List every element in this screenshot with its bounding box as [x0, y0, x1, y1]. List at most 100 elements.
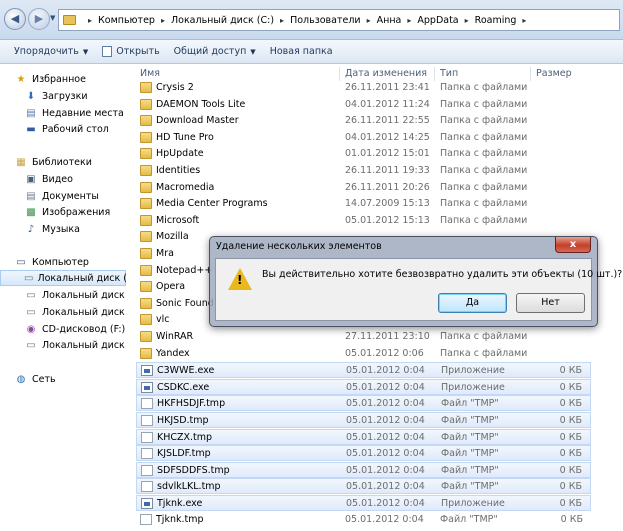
nav-label: Локальный диск (D [42, 289, 126, 301]
nav-drive-e[interactable]: ▭ Локальный диск (E [24, 304, 126, 320]
close-button[interactable]: x [555, 237, 591, 253]
table-row[interactable]: Identities 26.11.2011 19:33 Папка с файлам… [136, 163, 591, 179]
table-row[interactable]: DAEMON Tools Lite 04.01.2012 11:24 Папка с… [136, 97, 591, 113]
file-name: Microsoft [156, 214, 200, 226]
file-name: KHCZX.tmp [157, 431, 213, 443]
nav-label: Недавние места [42, 107, 124, 119]
nav-desktop[interactable]: ▬ Рабочий стол [24, 121, 109, 137]
drive-icon: ▭ [24, 272, 34, 284]
images-icon: ▩ [26, 206, 36, 218]
breadcrumb-anna[interactable]: Анна [377, 15, 402, 26]
nav-recent[interactable]: ▤ Недавние места [24, 105, 124, 121]
open-button[interactable]: Открыть [102, 46, 160, 57]
nav-video[interactable]: ▣ Видео [24, 171, 73, 187]
drive-icon: ▭ [26, 339, 36, 351]
breadcrumb-computer[interactable]: Компьютер [98, 15, 155, 26]
share-button[interactable]: Общий доступ ▼ [174, 46, 256, 57]
table-row[interactable]: Download Master 26.11.2011 22:55 Папка с ф… [136, 113, 591, 129]
nav-drive-d[interactable]: ▭ Локальный диск (D [24, 287, 126, 303]
file-date: 05.01.2012 0:06 [345, 347, 424, 359]
table-row[interactable]: KHCZX.tmp 05.01.2012 0:04 Файл "TMP" 0 КБ [136, 428, 591, 445]
nav-network[interactable]: ◍ Сеть [14, 371, 56, 387]
nav-drive-h[interactable]: ▭ Локальный диск (H [24, 337, 126, 353]
breadcrumb-users[interactable]: Пользователи [290, 15, 361, 26]
table-row[interactable]: Macromedia 26.11.2011 20:26 Папка с файлам… [136, 180, 591, 196]
file-size: 0 КБ [559, 415, 582, 426]
file-size: 0 КБ [559, 398, 582, 410]
table-row[interactable]: HD Tune Pro 04.01.2012 14:25 Папка с файла… [136, 130, 591, 146]
table-row[interactable]: Yandex 05.01.2012 0:06 Папка с файлами [136, 346, 591, 362]
nav-music[interactable]: ♪ Музыка [24, 221, 80, 237]
table-row[interactable]: HKFHSDJF.tmp 05.01.2012 0:04 Файл "TMP" 0 К… [136, 395, 591, 412]
table-row[interactable]: Crysis 2 26.11.2011 23:41 Папка с файлами [136, 80, 591, 96]
nav-label: Библиотеки [32, 156, 92, 168]
file-type: Файл "TMP" [441, 464, 499, 476]
chevron-right-icon[interactable]: ▸ [465, 16, 469, 25]
no-button[interactable]: Нет [516, 293, 585, 313]
table-row[interactable]: Tjknk.exe 05.01.2012 0:04 Приложение 0 КБ [136, 495, 591, 511]
file-type: Папка с файлами [440, 198, 528, 210]
table-row[interactable]: CSDKC.exe 05.01.2012 0:04 Приложение 0 КБ [136, 378, 591, 395]
file-icon [141, 448, 153, 460]
network-icon: ◍ [16, 373, 26, 385]
breadcrumb-roaming[interactable]: Roaming [475, 15, 517, 26]
nav-favorites[interactable]: ★ Избранное [14, 71, 86, 87]
recent-places-icon: ▤ [26, 107, 36, 119]
nav-libraries[interactable]: ▦ Библиотеки [14, 154, 92, 170]
yes-button[interactable]: Да [438, 293, 507, 313]
file-name: Notepad++ [156, 264, 213, 276]
column-type[interactable]: Тип [440, 68, 458, 79]
file-name: C3WWE.exe [157, 365, 215, 377]
file-name: Tjknk.exe [157, 498, 203, 509]
breadcrumb-drive-c[interactable]: Локальный диск (C:) [171, 15, 274, 26]
folder-icon [140, 214, 152, 226]
file-name: KJSLDF.tmp [157, 448, 211, 460]
column-divider[interactable] [339, 67, 340, 81]
column-size[interactable]: Размер [536, 68, 572, 79]
column-divider[interactable] [530, 67, 531, 81]
breadcrumb-appdata[interactable]: AppData [417, 15, 458, 26]
chevron-right-icon[interactable]: ▸ [161, 16, 165, 25]
nav-label: Документы [42, 190, 99, 202]
organize-button[interactable]: Упорядочить ▼ [14, 46, 88, 57]
table-row[interactable]: C3WWE.exe 05.01.2012 0:04 Приложение 0 КБ [136, 362, 591, 379]
table-row[interactable]: SDFSDDFS.tmp 05.01.2012 0:04 Файл "TMP" 0 К… [136, 461, 591, 478]
chevron-right-icon[interactable]: ▸ [522, 16, 526, 25]
nav-images[interactable]: ▩ Изображения [24, 204, 110, 220]
table-row[interactable]: Tjknk.tmp 05.01.2012 0:04 Файл "TMP" 0 КБ [136, 512, 591, 528]
nav-documents[interactable]: ▤ Документы [24, 188, 99, 204]
folder-icon [140, 98, 152, 110]
file-date: 26.11.2011 23:41 [345, 82, 430, 93]
chevron-right-icon[interactable]: ▸ [88, 16, 92, 25]
table-row[interactable]: KJSLDF.tmp 05.01.2012 0:04 Файл "TMP" 0 КБ [136, 445, 591, 462]
file-size: 0 КБ [560, 513, 583, 525]
breadcrumb[interactable]: ▸ Компьютер ▸ Локальный диск (C:) ▸ Поль… [58, 9, 620, 31]
column-date[interactable]: Дата изменения [345, 68, 427, 79]
column-name[interactable]: Имя [140, 68, 160, 79]
folder-icon [140, 131, 152, 143]
file-name: SDFSDDFS.tmp [157, 464, 230, 476]
table-row[interactable]: WinRAR 27.11.2011 23:10 Папка с файлами [136, 329, 591, 345]
table-row[interactable]: Media Center Programs 14.07.2009 15:13 Пап… [136, 196, 591, 212]
new-folder-button[interactable]: Новая папка [270, 46, 333, 57]
folder-icon [63, 15, 76, 25]
chevron-right-icon[interactable]: ▸ [280, 16, 284, 25]
nav-computer[interactable]: ▭ Компьютер [14, 254, 89, 270]
nav-downloads[interactable]: ⬇ Загрузки [24, 88, 88, 104]
column-divider[interactable] [434, 67, 435, 81]
chevron-right-icon[interactable]: ▸ [407, 16, 411, 25]
recent-pages-dropdown-icon[interactable]: ▼ [50, 14, 55, 22]
file-type: Приложение [441, 381, 505, 393]
nav-cd-drive[interactable]: ◉ CD-дисковод (F:) H [24, 321, 126, 337]
forward-button[interactable]: ▶ [28, 8, 50, 30]
nav-drive-c[interactable]: ▭ Локальный диск (C [0, 270, 126, 286]
file-type: Приложение [441, 498, 505, 509]
table-row[interactable]: Microsoft 05.01.2012 15:13 Папка с файлами [136, 213, 591, 229]
table-row[interactable]: HpUpdate 01.01.2012 15:01 Папка с файлами [136, 146, 591, 162]
application-icon [141, 381, 153, 393]
chevron-right-icon[interactable]: ▸ [367, 16, 371, 25]
folder-icon [140, 347, 152, 359]
table-row[interactable]: sdvlkLKL.tmp 05.01.2012 0:04 Файл "TMP" 0 К… [136, 478, 591, 495]
back-button[interactable]: ◀ [4, 8, 26, 30]
table-row[interactable]: HKJSD.tmp 05.01.2012 0:04 Файл "TMP" 0 КБ [136, 412, 591, 428]
